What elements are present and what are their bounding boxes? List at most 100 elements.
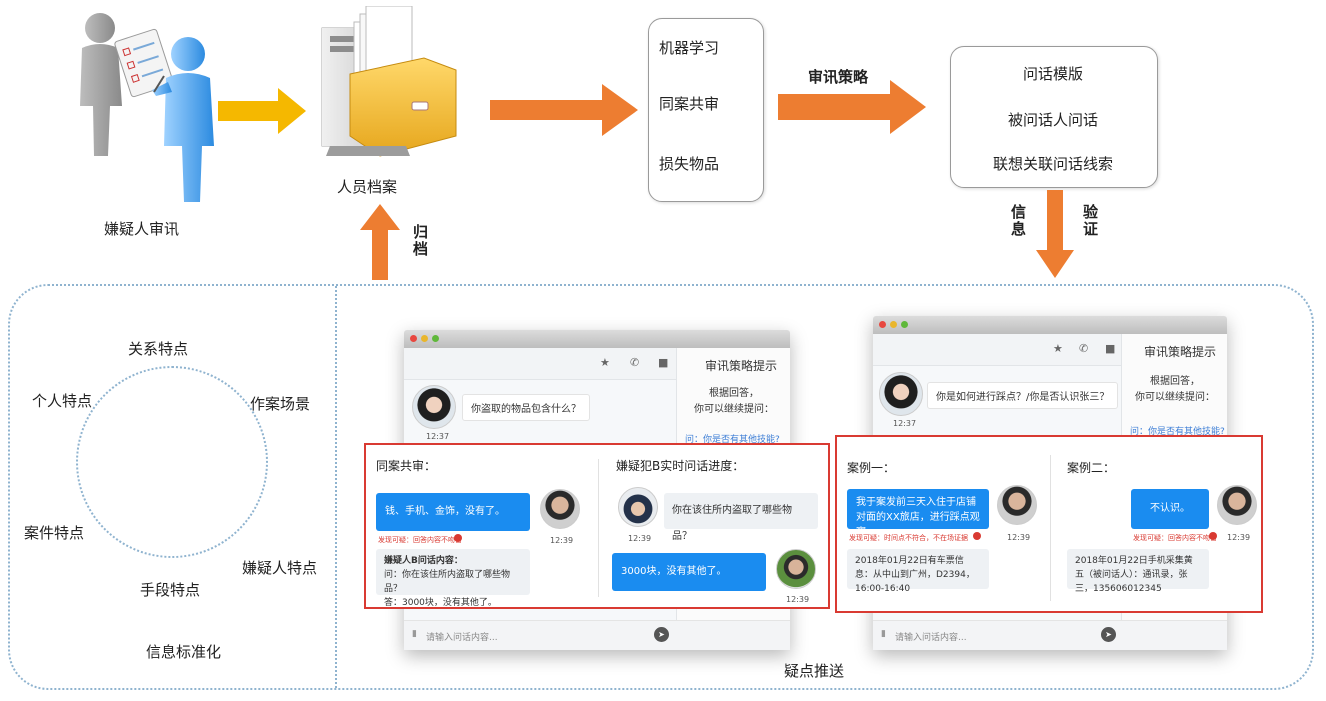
strategy-item-2: 被问话人问话 [1007, 111, 1098, 129]
suspect-a-avatar [540, 489, 580, 529]
question-template-box: 问话模版 被问话人问话 联想关联问话线索 [950, 46, 1158, 188]
star-icon[interactable]: ★ [600, 356, 610, 369]
star-icon[interactable]: ★ [1053, 342, 1063, 355]
officer-avatar [412, 385, 456, 429]
case-comparison-panel: 案例一： 我于案发前三天入住于店铺对面的XX旅店，进行踩点观察。 12:39 发… [835, 435, 1263, 613]
ml-item-2: 同案共审 [659, 95, 720, 113]
warning-dot [1209, 532, 1217, 540]
question-time: 12:37 [426, 432, 450, 441]
send-button[interactable]: ➤ [654, 627, 669, 642]
question-message: 你盗取的物品包含什么？ [462, 394, 590, 421]
panel-divider [1050, 455, 1051, 601]
feature-circle [76, 366, 268, 558]
feature-suspect: 嫌疑人特点 [242, 559, 318, 577]
yellow-arrow [218, 88, 306, 134]
police-question: 你在该住所内盗取了哪些物品？ [664, 493, 818, 542]
case-one-avatar [997, 485, 1037, 525]
suspect-b-time: 12:39 [786, 595, 810, 604]
sidebar-hint: 根据回答， 你可以继续提问： [1135, 376, 1215, 403]
ml-item-1: 机器学习 [659, 39, 720, 57]
close-dot[interactable] [410, 335, 417, 342]
machine-learning-box: 机器学习 同案共审 损失物品 [648, 18, 764, 202]
attach-icon[interactable]: ▮ [412, 629, 417, 639]
attach-icon[interactable]: ▮ [881, 629, 886, 639]
case-two-title: 案例二： [1067, 461, 1116, 475]
chat-toolbar: ★ ✆ ■ [404, 348, 676, 380]
police-avatar [618, 487, 658, 527]
down-arrow [1036, 190, 1074, 278]
question-message: 你是如何进行踩点？/你是否认识张三？ [927, 382, 1119, 409]
ml-item-3: 损失物品 [659, 155, 720, 173]
maximize-dot[interactable] [432, 335, 439, 342]
record-title: 嫌疑人B问话内容： [384, 556, 463, 566]
joint-trial-panel: 同案共审： 钱、手机、金饰，没有了。 12:39 发现可疑：回答内容不吻合 嫌疑… [364, 443, 830, 609]
video-icon[interactable]: ■ [658, 356, 668, 369]
suspect-interrogation-label: 嫌疑人审讯 [104, 220, 180, 238]
phone-icon[interactable]: ✆ [1079, 342, 1088, 355]
case-one-title: 案例一： [847, 461, 896, 475]
archive-up-arrow [360, 204, 400, 280]
suspect-b-answer: 3000块，没有其他了。 [612, 553, 766, 591]
panel-divider [598, 459, 599, 597]
police-question-time: 12:39 [628, 534, 652, 543]
message-input[interactable]: 请输入问话内容... [895, 630, 967, 643]
input-bar: ▮ 请输入问话内容... ➤ [873, 620, 1227, 650]
suspicion-note: 发现可疑：回答内容不吻合 [378, 536, 462, 544]
sidebar-hint: 根据回答， 你可以继续提问： [694, 388, 774, 415]
archive-cabinet-icon [321, 6, 457, 157]
input-bar: ▮ 请输入问话内容... ➤ [404, 620, 790, 650]
question-time: 12:37 [893, 419, 917, 428]
minimize-dot[interactable] [890, 321, 897, 328]
suspect-interrogation-figure [80, 13, 214, 202]
case-one-warning: 发现可疑：时间点不符合，不在场证据 [849, 534, 968, 542]
video-icon[interactable]: ■ [1105, 342, 1115, 355]
sidebar-title: 审讯策略提示 [1144, 345, 1217, 359]
bottom-divider [335, 286, 337, 688]
suspect-b-progress-title: 嫌疑犯B实时问话进度： [616, 459, 745, 473]
close-dot[interactable] [879, 321, 886, 328]
case-one-answer: 我于案发前三天入住于店铺对面的XX旅店，进行踩点观察。 [847, 489, 989, 538]
window-titlebar [873, 316, 1227, 334]
case-two-warning: 发现可疑：回答内容不吻合 [1133, 534, 1217, 542]
maximize-dot[interactable] [901, 321, 908, 328]
feature-scene: 作案场景 [250, 395, 311, 413]
archive-arrow-label: 归档 [411, 224, 429, 258]
sidebar-title: 审讯策略提示 [705, 359, 778, 373]
suspect-a-answer: 钱、手机、金饰，没有了。 [376, 493, 530, 531]
suspect-b-avatar [776, 549, 816, 589]
verify-label: 验证 [1081, 204, 1099, 238]
record-question: 问：你在该住所内盗取了哪些物品？ [384, 570, 511, 594]
suspicion-push-label: 疑点推送 [784, 662, 845, 680]
feature-relation: 关系特点 [128, 340, 189, 358]
case-one-time: 12:39 [1007, 533, 1031, 542]
case-two-record: 2018年01月22日手机采集黄五（被问话人）：通讯录，张三，135606012… [1067, 549, 1209, 594]
person-archive-label: 人员档案 [337, 178, 398, 196]
strategy-arrow-label: 审讯策略 [808, 68, 869, 86]
warning-dot [454, 534, 462, 542]
joint-trial-title: 同案共审： [376, 459, 437, 473]
info-standardization-label: 信息标准化 [146, 643, 222, 661]
phone-icon[interactable]: ✆ [630, 356, 639, 369]
feature-case: 案件特点 [24, 524, 85, 542]
feature-method: 手段特点 [140, 581, 201, 599]
strategy-item-1: 问话模版 [1022, 65, 1083, 83]
case-two-time: 12:39 [1227, 533, 1251, 542]
officer-avatar [879, 372, 923, 416]
window-titlebar [404, 330, 790, 348]
suspect-a-time: 12:39 [550, 536, 574, 545]
feature-personal: 个人特点 [32, 392, 93, 410]
case-two-avatar [1217, 485, 1257, 525]
orange-arrow-to-ml [490, 84, 638, 136]
case-one-record: 2018年01月22日有车票信息：从中山到广州，D2394，16:00-16:4… [847, 549, 989, 594]
info-label: 信息 [1009, 204, 1027, 238]
chat-toolbar: ★ ✆ ■ [873, 334, 1121, 366]
message-input[interactable]: 请输入问话内容... [426, 630, 498, 643]
case-two-answer: 不认识。 [1131, 489, 1209, 529]
suspect-b-record: 嫌疑人B问话内容： 问：你在该住所内盗取了哪些物品？ 答：3000块，没有其他了… [376, 549, 530, 608]
strategy-arrow [778, 80, 926, 134]
send-button[interactable]: ➤ [1101, 627, 1116, 642]
minimize-dot[interactable] [421, 335, 428, 342]
strategy-item-3: 联想关联问话线索 [992, 155, 1113, 173]
warning-dot [973, 532, 981, 540]
record-answer: 答：3000块，没有其他了。 [384, 598, 497, 608]
